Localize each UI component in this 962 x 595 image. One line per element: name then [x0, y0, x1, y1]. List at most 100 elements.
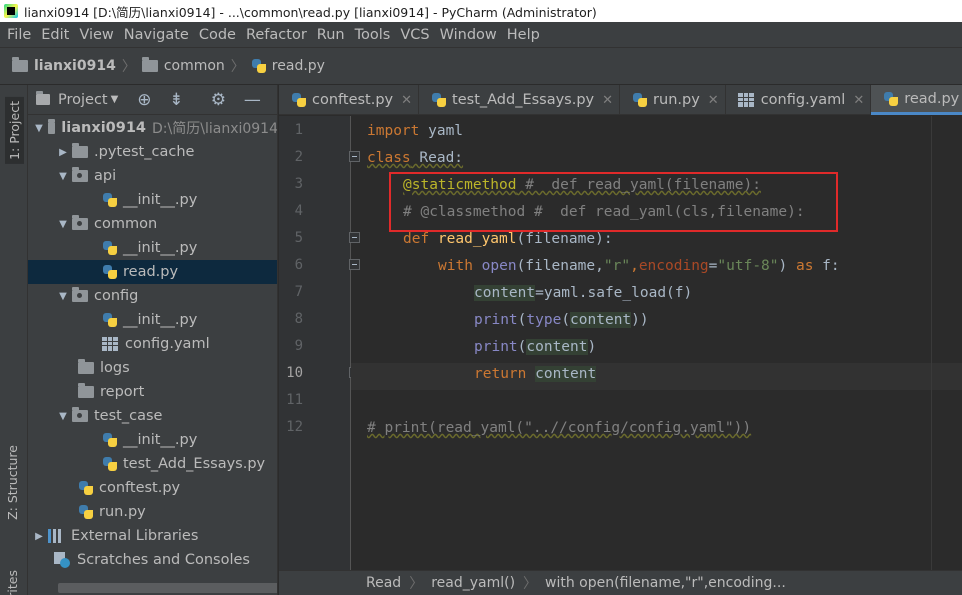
- chevron-right-icon: 〉: [121, 59, 136, 75]
- breadcrumb: lianxi0914 〉 common 〉 read.py: [0, 47, 962, 85]
- tree-item-test-case[interactable]: ▼ test_case: [28, 404, 277, 428]
- expand-arrow-icon[interactable]: ▼: [54, 291, 72, 302]
- python-file-icon: [78, 480, 94, 496]
- fold-marker-icon[interactable]: [349, 151, 360, 162]
- line-number: 1: [294, 122, 303, 138]
- line-number: 10: [286, 365, 303, 381]
- locate-icon[interactable]: ⊕: [134, 90, 154, 110]
- tree-item-common-init[interactable]: __init__.py: [28, 236, 277, 260]
- menu-file[interactable]: File: [2, 27, 36, 43]
- close-icon[interactable]: ✕: [853, 93, 864, 108]
- tab-favorites-tool[interactable]: rites: [5, 570, 20, 595]
- horizontal-scrollbar[interactable]: [58, 583, 277, 593]
- tree-item-config-init[interactable]: __init__.py: [28, 308, 277, 332]
- tab-project-tool[interactable]: 1: Project: [5, 97, 24, 164]
- expand-arrow-icon[interactable]: ▶: [30, 531, 48, 542]
- tree-item-api[interactable]: ▼ api: [28, 164, 277, 188]
- tree-item-config[interactable]: ▼ config: [28, 284, 277, 308]
- gear-icon[interactable]: ⚙: [208, 90, 228, 110]
- chevron-right-icon: 〉: [523, 576, 538, 592]
- library-icon: [48, 529, 64, 543]
- yaml-file-icon: [102, 337, 118, 351]
- line-number: 5: [294, 230, 303, 246]
- menu-view[interactable]: View: [74, 27, 118, 43]
- status-crumb-function[interactable]: read_yaml(): [431, 575, 515, 591]
- highlight-annotation-box: [389, 172, 838, 232]
- menu-help[interactable]: Help: [502, 27, 545, 43]
- menu-window[interactable]: Window: [435, 27, 502, 43]
- tree-item-common[interactable]: ▼ common: [28, 212, 277, 236]
- close-icon[interactable]: ✕: [602, 93, 613, 108]
- tab-structure-tool[interactable]: Z: Structure: [5, 445, 20, 520]
- menu-tools[interactable]: Tools: [350, 27, 396, 43]
- folder-icon: [78, 383, 94, 398]
- tree-item-label: config: [94, 288, 139, 304]
- tree-item-scratches[interactable]: Scratches and Consoles: [28, 548, 277, 572]
- tree-item-root[interactable]: ▼ lianxi0914 D:\简历\lianxi0914: [28, 116, 278, 140]
- menu-navigate[interactable]: Navigate: [119, 27, 194, 43]
- minimize-icon[interactable]: —: [242, 90, 262, 110]
- tree-item-read-py[interactable]: read.py: [28, 260, 277, 284]
- expand-arrow-icon[interactable]: ▶: [54, 147, 72, 158]
- folder-icon: [78, 359, 94, 374]
- menu-code[interactable]: Code: [194, 27, 241, 43]
- project-panel: Project ▼ ⊕ ⇟ ⚙ — ▼ lianxi0914 D:\简历\lia…: [28, 85, 278, 595]
- tree-item-external-libraries[interactable]: ▶ External Libraries: [28, 524, 277, 548]
- tree-item-label: common: [94, 216, 158, 232]
- code-editor[interactable]: 1 2 3 4 5 6 7 8 9 10 11 12 import yaml c…: [279, 116, 962, 570]
- project-panel-header: Project ▼ ⊕ ⇟ ⚙ —: [28, 85, 277, 115]
- project-tree: ▼ lianxi0914 D:\简历\lianxi0914 ▶ .pytest_…: [28, 116, 278, 572]
- editor-breadcrumb-bar: Read 〉 read_yaml() 〉 with open(filename,…: [279, 570, 962, 595]
- tree-item-test-case-init[interactable]: __init__.py: [28, 428, 277, 452]
- python-file-icon: [102, 456, 118, 472]
- tab-test-add-essays[interactable]: test_Add_Essays.py ✕: [419, 85, 621, 115]
- breadcrumb-folder[interactable]: common: [141, 57, 225, 74]
- project-panel-title: Project: [58, 91, 108, 108]
- fold-marker-icon[interactable]: [349, 259, 360, 270]
- tab-run[interactable]: run.py ✕: [620, 85, 726, 115]
- tab-config-yaml[interactable]: config.yaml ✕: [726, 85, 872, 115]
- tree-item-pytest-cache[interactable]: ▶ .pytest_cache: [28, 140, 277, 164]
- menu-refactor[interactable]: Refactor: [241, 27, 312, 43]
- expand-arrow-icon[interactable]: ▼: [54, 219, 72, 230]
- tree-item-label: __init__.py: [123, 432, 198, 448]
- expand-arrow-icon[interactable]: ▼: [54, 411, 72, 422]
- breadcrumb-file[interactable]: read.py: [251, 58, 325, 74]
- tree-item-config-yaml[interactable]: config.yaml: [28, 332, 277, 356]
- tree-item-path: D:\简历\lianxi0914: [152, 121, 278, 137]
- tab-read[interactable]: read.py ✕: [871, 85, 962, 115]
- tree-item-run[interactable]: run.py: [28, 500, 277, 524]
- menu-vcs[interactable]: VCS: [395, 27, 434, 43]
- project-view-dropdown[interactable]: Project ▼: [36, 91, 118, 108]
- expand-arrow-icon[interactable]: ▼: [30, 123, 48, 134]
- tree-item-test-add-essays[interactable]: test_Add_Essays.py: [28, 452, 277, 476]
- package-folder-icon: [72, 167, 88, 182]
- status-crumb-block[interactable]: with open(filename,"r",encoding...: [545, 575, 786, 591]
- tree-item-label: lianxi0914: [61, 120, 147, 136]
- fold-marker-icon[interactable]: [349, 232, 360, 243]
- python-file-icon: [102, 192, 118, 208]
- package-folder-icon: [72, 287, 88, 302]
- tree-item-label: read.py: [123, 264, 179, 280]
- python-file-icon: [632, 92, 648, 108]
- scratches-icon: [54, 552, 70, 568]
- breadcrumb-project[interactable]: lianxi0914: [12, 57, 116, 74]
- collapse-all-icon[interactable]: ⇟: [166, 90, 186, 110]
- package-folder-icon: [72, 215, 88, 230]
- python-file-icon: [102, 432, 118, 448]
- tree-item-report[interactable]: report: [28, 380, 277, 404]
- close-icon[interactable]: ✕: [708, 93, 719, 108]
- tree-item-api-init[interactable]: __init__.py: [28, 188, 277, 212]
- expand-arrow-icon[interactable]: ▼: [54, 171, 72, 182]
- menu-run[interactable]: Run: [312, 27, 350, 43]
- tab-conftest[interactable]: conftest.py ✕: [279, 85, 420, 115]
- close-icon[interactable]: ✕: [401, 93, 412, 108]
- code-line: class Read:: [367, 150, 464, 166]
- menu-edit[interactable]: Edit: [36, 27, 74, 43]
- status-crumb-class[interactable]: Read: [366, 575, 401, 591]
- tree-item-conftest[interactable]: conftest.py: [28, 476, 277, 500]
- chevron-right-icon: 〉: [409, 576, 424, 592]
- python-file-icon: [102, 312, 118, 328]
- tree-item-label: test_Add_Essays.py: [123, 456, 266, 472]
- tree-item-logs[interactable]: logs: [28, 356, 277, 380]
